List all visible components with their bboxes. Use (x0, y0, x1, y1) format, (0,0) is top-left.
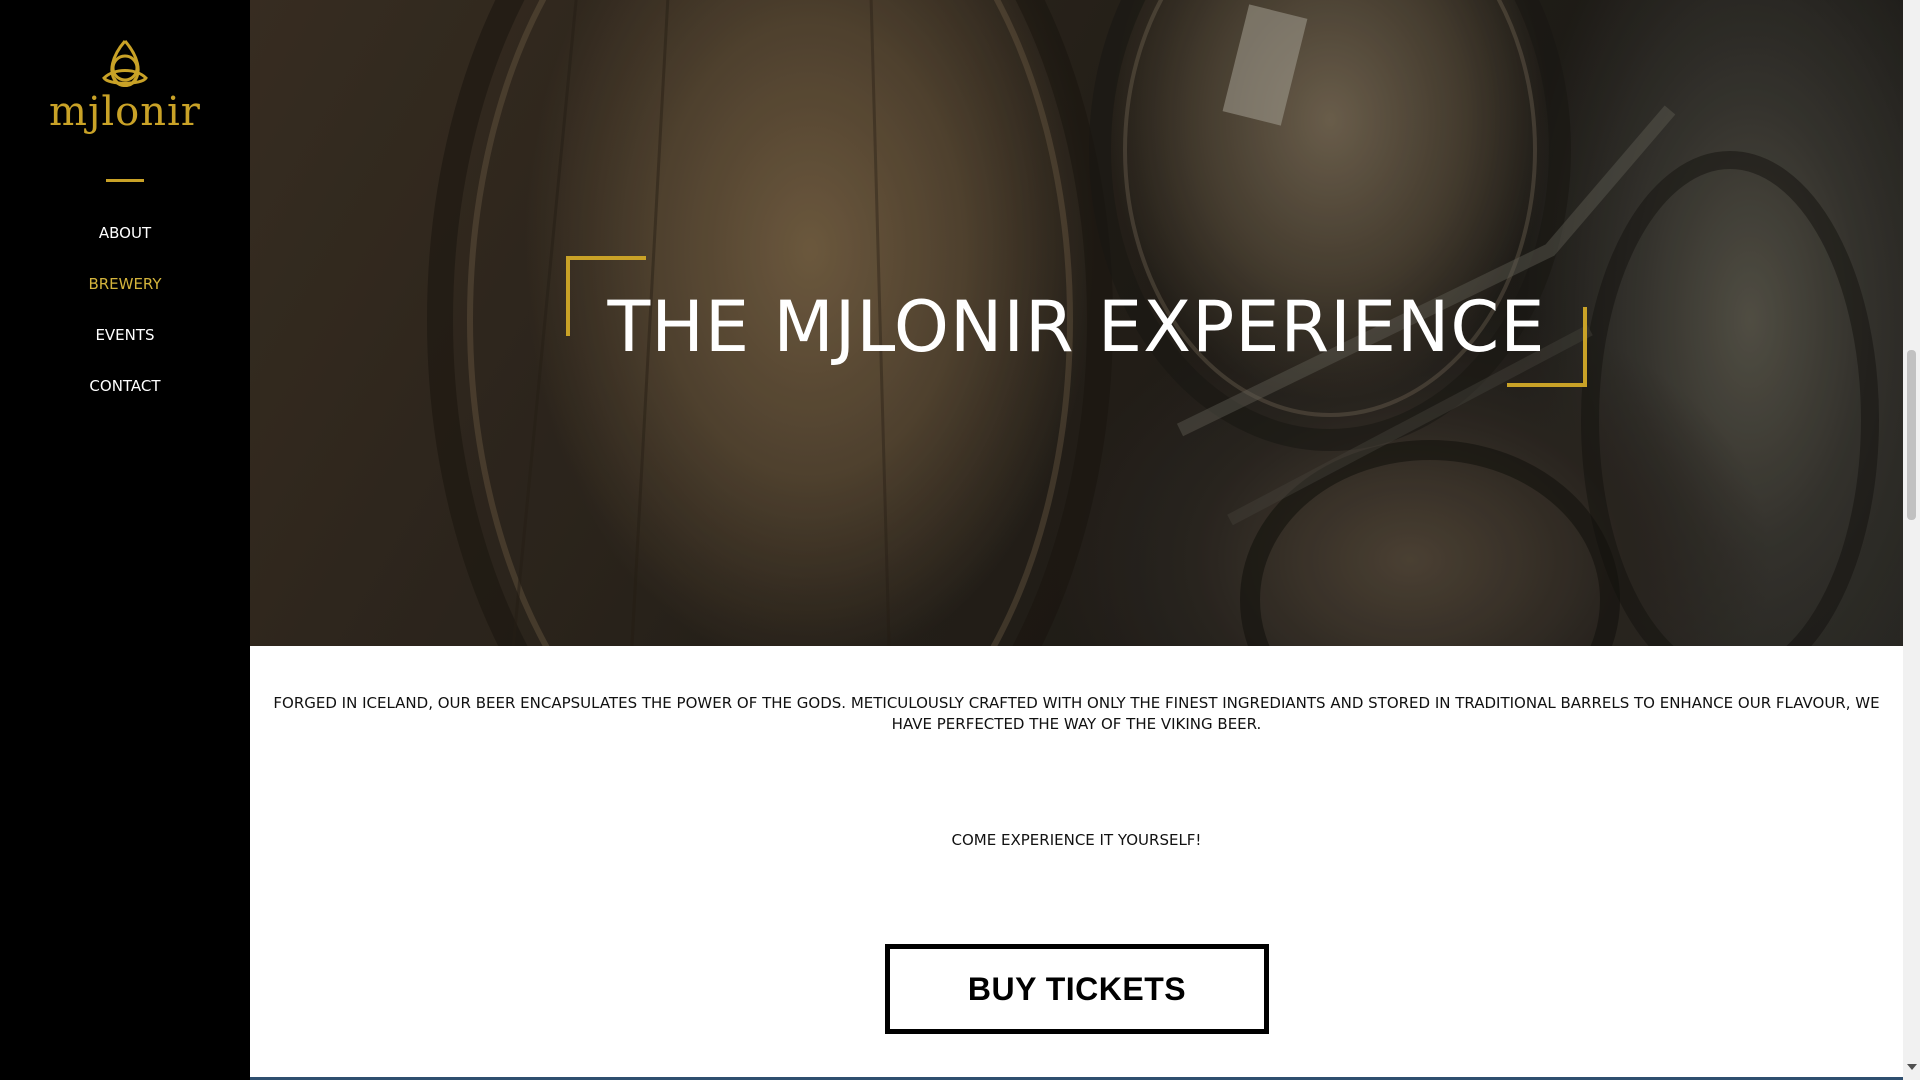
vertical-scrollbar[interactable] (1903, 0, 1920, 1080)
nav-item-contact[interactable]: CONTACT (0, 369, 250, 420)
triquetra-icon (102, 40, 148, 87)
main-nav: ABOUT BREWERY EVENTS CONTACT (0, 216, 250, 420)
scrollbar-thumb[interactable] (1907, 350, 1916, 520)
intro-text: FORGED IN ICELAND, OUR BEER ENCAPSULATES… (273, 694, 1880, 733)
hero-banner: THE MJLONIR EXPERIENCE (250, 0, 1903, 646)
brewery-content: FORGED IN ICELAND, OUR BEER ENCAPSULATES… (250, 646, 1903, 1080)
cta-text: COME EXPERIENCE IT YOURSELF! (951, 831, 1202, 849)
scroll-down-arrow-icon[interactable] (1907, 1064, 1917, 1070)
logo-divider (106, 179, 144, 182)
nav-item-brewery[interactable]: BREWERY (0, 267, 250, 318)
title-bracket-bottom-right (1507, 307, 1587, 387)
logo[interactable]: mjlonir (0, 38, 250, 134)
nav-item-events[interactable]: EVENTS (0, 318, 250, 369)
logo-wordmark: mjlonir (49, 89, 201, 135)
sidebar: mjlonir ABOUT BREWERY EVENTS CONTACT (0, 0, 250, 1080)
nav-item-about[interactable]: ABOUT (0, 216, 250, 267)
hero-title: THE MJLONIR EXPERIENCE (607, 286, 1546, 368)
buy-tickets-button[interactable]: BUY TICKETS (885, 944, 1269, 1034)
